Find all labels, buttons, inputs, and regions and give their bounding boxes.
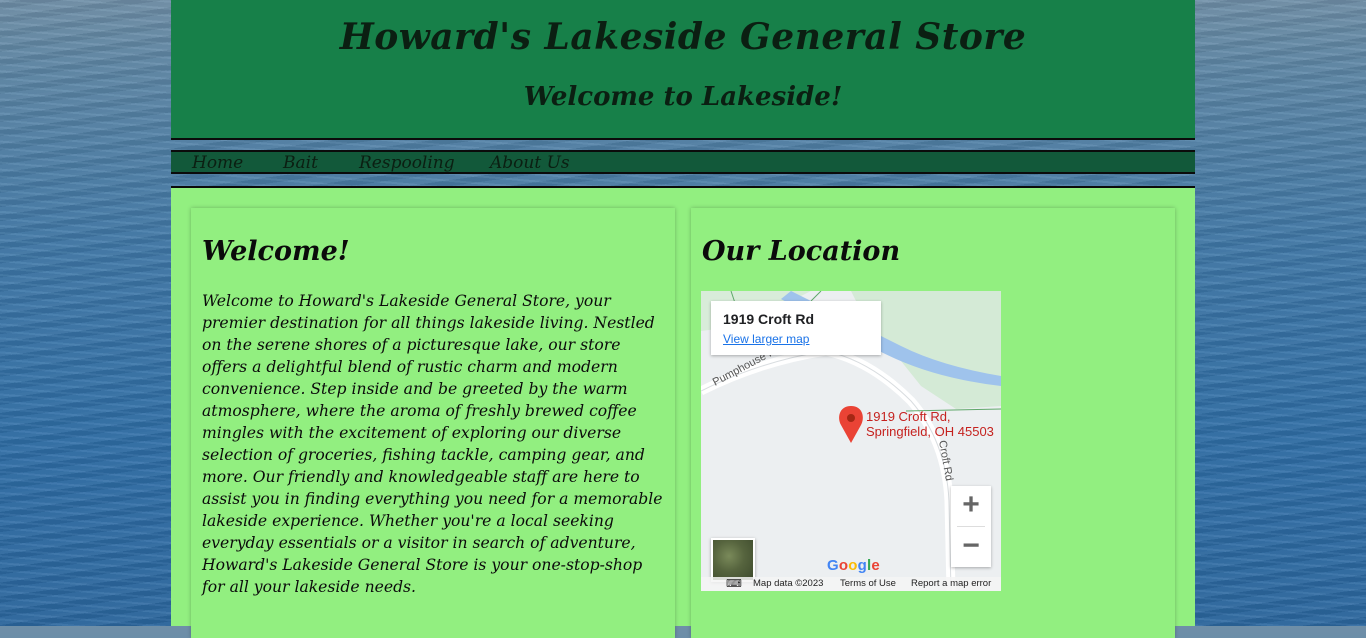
zoom-controls: + − bbox=[951, 486, 991, 567]
pin-address-line2: Springfield, OH 45503 bbox=[866, 424, 994, 439]
keyboard-shortcuts-icon[interactable]: ⌨ bbox=[726, 577, 742, 591]
view-larger-map-link[interactable]: View larger map bbox=[723, 332, 809, 346]
location-card: Our Location Croft Rd Pumphouse Rd 1919 … bbox=[691, 208, 1175, 638]
nav-home[interactable]: Home bbox=[192, 152, 243, 174]
pin-address-label[interactable]: 1919 Croft Rd, Springfield, OH 45503 bbox=[866, 409, 994, 439]
welcome-heading: Welcome! bbox=[202, 236, 350, 267]
map-card-address: 1919 Croft Rd bbox=[723, 311, 815, 327]
nav-about-us[interactable]: About Us bbox=[490, 152, 570, 174]
site-subtitle: Welcome to Lakeside! bbox=[523, 82, 843, 112]
map-info-card: 1919 Croft Rd View larger map bbox=[711, 301, 881, 355]
page-container: Howard's Lakeside General Store Welcome … bbox=[171, 0, 1195, 638]
map-data-text: Map data ©2023 bbox=[753, 578, 824, 589]
terms-of-use-link[interactable]: Terms of Use bbox=[840, 577, 896, 591]
report-map-error-link[interactable]: Report a map error bbox=[911, 577, 991, 591]
google-logo: Google bbox=[827, 557, 880, 574]
zoom-in-button[interactable]: + bbox=[951, 486, 991, 526]
main-content: Welcome! Welcome to Howard's Lakeside Ge… bbox=[171, 188, 1195, 638]
welcome-text: Welcome to Howard's Lakeside General Sto… bbox=[202, 292, 663, 596]
nav-bait[interactable]: Bait bbox=[283, 152, 318, 174]
zoom-out-button[interactable]: − bbox=[951, 527, 991, 567]
header-divider bbox=[171, 138, 1195, 140]
main-nav: Home Bait Respooling About Us bbox=[171, 150, 1195, 174]
site-header: Howard's Lakeside General Store Welcome … bbox=[171, 0, 1195, 138]
map-attribution-bar: ⌨ Map data ©2023 Terms of Use Report a m… bbox=[701, 577, 1001, 591]
welcome-card: Welcome! Welcome to Howard's Lakeside Ge… bbox=[191, 208, 675, 638]
location-heading: Our Location bbox=[702, 236, 901, 267]
embedded-map[interactable]: Croft Rd Pumphouse Rd 1919 Croft Rd View… bbox=[701, 291, 1001, 591]
satellite-toggle-button[interactable] bbox=[711, 538, 755, 582]
pin-address-line1: 1919 Croft Rd, bbox=[866, 409, 951, 424]
site-title: Howard's Lakeside General Store bbox=[339, 16, 1027, 58]
nav-respooling[interactable]: Respooling bbox=[359, 152, 455, 174]
